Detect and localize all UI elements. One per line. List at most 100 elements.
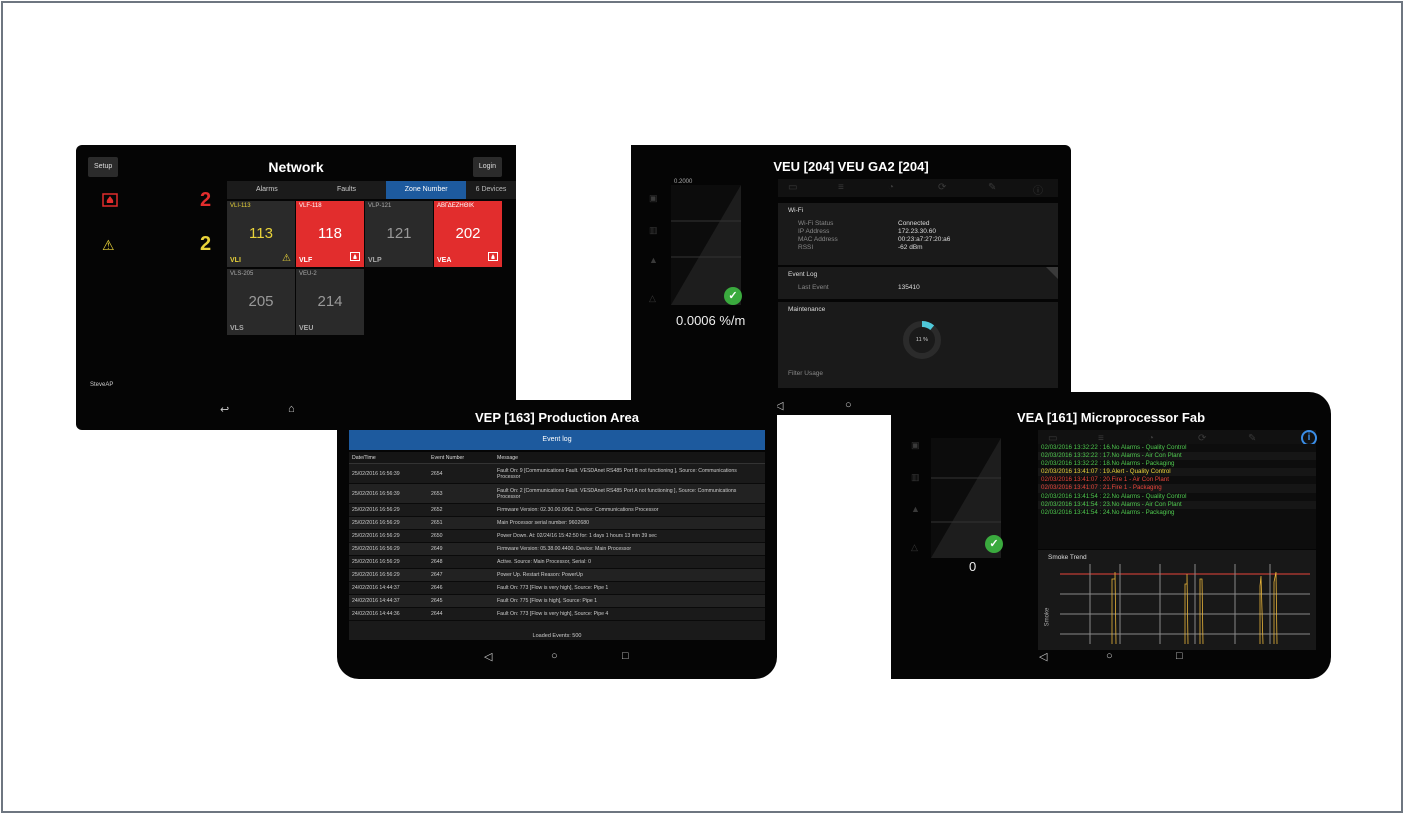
device-tile[interactable]: ΑΒΓΔΕΖΗΘΙΚ 202 VEA — [434, 201, 502, 267]
fire-icon: ▣ — [911, 440, 920, 450]
tile-number: 205 — [248, 293, 274, 310]
recents-icon[interactable]: □ — [1176, 650, 1183, 662]
table-cell: 25/02/2016 16:56:29 — [352, 546, 400, 552]
toolbar-icon[interactable]: ✎ — [1248, 433, 1256, 444]
loaded-events: Loaded Events: 500 — [532, 633, 582, 639]
event-log: 02/03/2016 13:32:22 : 16.No Alarms - Qua… — [1038, 444, 1316, 549]
toolbar-icon[interactable]: ◔ — [1148, 433, 1154, 444]
back-icon[interactable]: ◁ — [1039, 650, 1047, 663]
warning-icon: ⚠ — [282, 253, 291, 264]
table-cell: 2648 — [431, 559, 443, 565]
device-tile[interactable]: VLF-118 118 VLF — [296, 201, 364, 267]
info-icon[interactable]: ⓘ — [1033, 182, 1043, 197]
table-cell: 2654 — [431, 470, 443, 477]
table-cell: Power Up. Restart Reason: PowerUp — [497, 572, 583, 578]
tile-type: VLI — [230, 257, 241, 264]
maintenance-title: Maintenance — [788, 306, 826, 313]
table-cell: 24/02/2016 14:44:37 — [352, 598, 400, 604]
last-event-label: Last Event — [798, 284, 829, 291]
device-tile[interactable]: VLS-205 205 VLS — [227, 269, 295, 335]
table-row[interactable]: 25/02/2016 16:56:39 2653 Fault On: 2 [Comm… — [349, 484, 765, 504]
warning-icon: ⚠ — [102, 237, 115, 253]
fire-icon — [350, 251, 360, 264]
table-cell: Fault On: 773 [Flow is very high], Sourc… — [497, 611, 609, 617]
table-cell: 25/02/2016 16:56:29 — [352, 520, 400, 526]
tile-number: 202 — [455, 225, 481, 242]
toolbar-icon[interactable]: ✎ — [988, 182, 996, 193]
toolbar-icon[interactable]: ▭ — [788, 182, 797, 193]
network-title: Network — [268, 159, 324, 175]
log-row: 02/03/2016 13:41:54 : 23.No Alarms - Air… — [1038, 500, 1316, 509]
filter-percent: 11 % — [915, 337, 929, 343]
table-row[interactable]: 24/02/2016 14:44:36 2644 Fault On: 773 [Fl… — [349, 608, 765, 621]
fire-icon: ▣ — [649, 193, 658, 203]
table-row[interactable]: 25/02/2016 16:56:29 2649 Firmware Version:… — [349, 543, 765, 556]
table-row[interactable]: 24/02/2016 14:44:37 2646 Fault On: 773 [Fl… — [349, 582, 765, 595]
table-cell: 2650 — [431, 533, 443, 539]
warning-icon: △ — [911, 542, 918, 552]
toolbar-icon[interactable]: ▭ — [1048, 433, 1057, 444]
tile-code: VLP-121 — [368, 203, 392, 209]
gauge-max-label: 0.2000 — [674, 179, 693, 185]
warning-icon: △ — [649, 293, 656, 303]
table-cell: 25/02/2016 16:56:39 — [352, 470, 400, 477]
tile-type: VLP — [368, 257, 382, 264]
home-icon[interactable]: ⌂ — [288, 403, 295, 415]
event-log-header: Event log — [349, 430, 765, 450]
network-screen: Setup Network Login Alarms Faults Zone N… — [76, 145, 516, 430]
recents-icon[interactable]: □ — [622, 650, 629, 662]
device-tile[interactable]: VEU-2 214 VEU — [296, 269, 364, 335]
tile-number: 118 — [318, 225, 342, 242]
device-tile[interactable]: VLI-113 113 VLI ⚠ — [227, 201, 295, 267]
home-icon[interactable]: ○ — [845, 399, 852, 411]
network-tabs: Alarms Faults Zone Number 6 Devices — [227, 181, 516, 199]
rssi-label: RSSI — [798, 244, 814, 251]
table-cell: Firmware Version: 05.38.00.4400. Device:… — [497, 546, 632, 552]
tile-code: ΑΒΓΔΕΖΗΘΙΚ — [437, 203, 475, 209]
table-row[interactable]: 25/02/2016 16:56:29 2651 Main Processor se… — [349, 517, 765, 530]
toolbar-icon[interactable]: ⟳ — [938, 182, 946, 193]
vea-title: VEA [161] Microprocessor Fab — [1016, 410, 1206, 425]
toolbar-icon[interactable]: ≡ — [838, 182, 844, 193]
table-row[interactable]: 25/02/2016 16:56:29 2647 Power Up. Restart… — [349, 569, 765, 582]
table-cell: 2649 — [431, 546, 443, 552]
event-log-table: Date/Time Event Number Message 25/02/201… — [349, 452, 765, 640]
back-icon[interactable]: ◁ — [484, 650, 492, 663]
toolbar-icon[interactable]: ◔ — [888, 182, 894, 193]
alert-icon: ▲ — [911, 504, 920, 514]
mac-value: 00:23:a7:27:20:a6 — [898, 236, 951, 243]
table-row[interactable]: 25/02/2016 16:56:39 2654 Fault On: 9 [Comm… — [349, 464, 765, 484]
device-tile[interactable]: VLP-121 121 VLP — [365, 201, 433, 267]
tile-type: VEA — [437, 257, 452, 264]
smoke-reading: 0.0006 %/m — [676, 313, 746, 328]
filter-usage-label: Filter Usage — [788, 370, 824, 377]
tile-number: 121 — [386, 225, 412, 242]
table-cell: Firmware Version: 02.30.00.0962. Device:… — [497, 507, 659, 513]
tab-devices[interactable]: 6 Devices — [466, 181, 516, 199]
android-navbar: ◁ ○ □ — [891, 648, 1331, 668]
event-log-panel[interactable]: Event Log Last Event 135410 — [778, 267, 1058, 299]
table-row[interactable]: 25/02/2016 16:56:29 2652 Firmware Version:… — [349, 504, 765, 517]
alarm-count: 2 — [200, 189, 212, 211]
table-cell: 24/02/2016 14:44:37 — [352, 585, 400, 591]
home-icon[interactable]: ○ — [1106, 650, 1113, 662]
toolbar-icon[interactable]: ≡ — [1098, 433, 1104, 444]
ip-label: IP Address — [798, 228, 830, 235]
table-row[interactable]: 24/02/2016 14:44:37 2645 Fault On: 775 [Fl… — [349, 595, 765, 608]
tab-alarms[interactable]: Alarms — [227, 181, 307, 199]
smoke-reading: 0 — [969, 559, 977, 574]
tab-zone-number[interactable]: Zone Number — [386, 181, 467, 199]
back-icon[interactable]: ↩ — [220, 403, 229, 416]
column-header: Message — [497, 455, 519, 461]
tab-faults[interactable]: Faults — [307, 181, 387, 199]
home-icon[interactable]: ○ — [551, 650, 558, 662]
toolbar-icon[interactable]: ⟳ — [1198, 433, 1206, 444]
table-row[interactable]: 25/02/2016 16:56:29 2650 Power Down. At: 0… — [349, 530, 765, 543]
log-row: 02/03/2016 13:32:22 : 17.No Alarms - Air… — [1038, 452, 1316, 461]
login-button[interactable]: Login — [472, 157, 502, 177]
table-cell: 2651 — [431, 520, 443, 526]
tile-number: 214 — [317, 293, 343, 310]
table-row[interactable]: 25/02/2016 16:56:29 2648 Active. Source: M… — [349, 556, 765, 569]
tile-code: VLI-113 — [230, 203, 251, 209]
veu-screen: VEU [204] VEU GA2 [204] ▭ ≡ ◔ ⟳ ✎ ⓘ 0.20… — [631, 145, 1071, 415]
